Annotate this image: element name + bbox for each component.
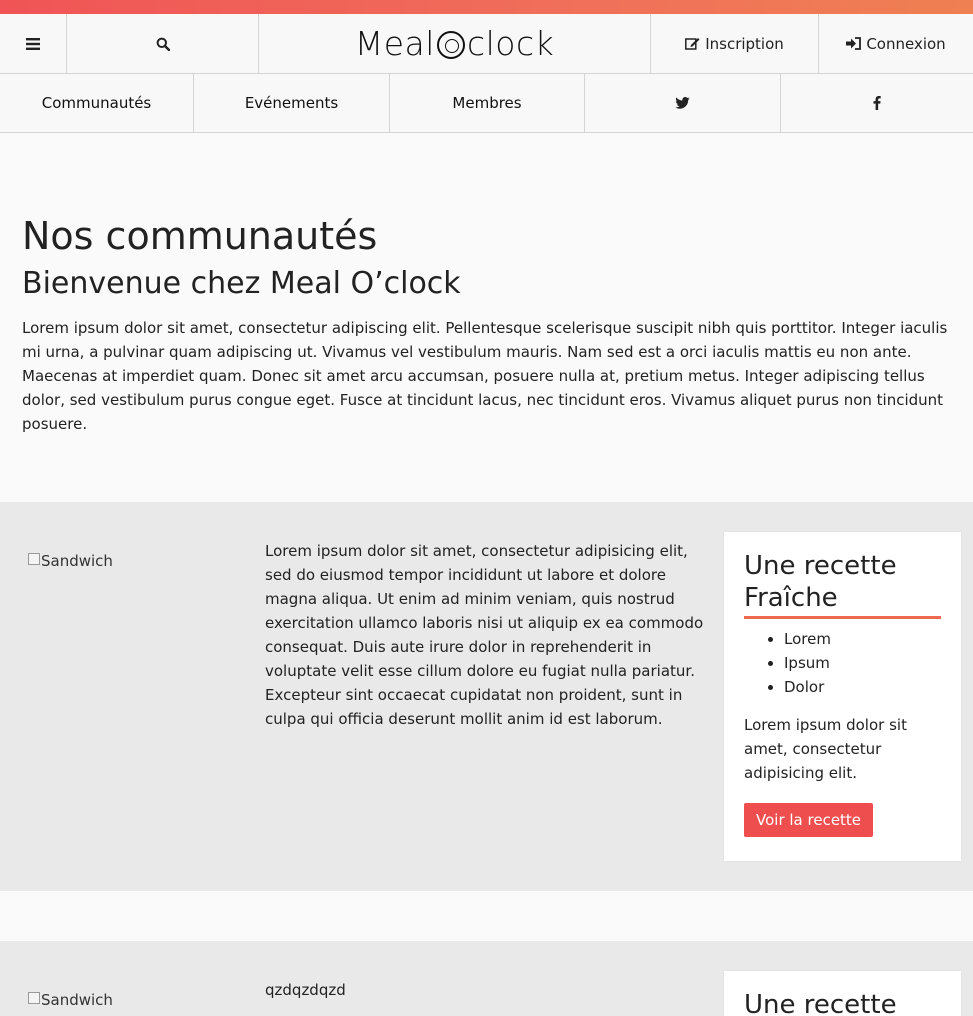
- site-logo[interactable]: Meal clock: [259, 14, 651, 73]
- recipe-card-title: Une recette: [744, 990, 897, 1016]
- login-button[interactable]: Connexion: [819, 14, 973, 73]
- broken-image-icon: [28, 992, 40, 1004]
- recipe-card-text: Lorem ipsum dolor sit amet, consectetur …: [744, 716, 907, 782]
- community-image: Sandwich: [28, 991, 113, 1009]
- image-alt-text: Sandwich: [41, 552, 113, 570]
- logo-left: Meal: [354, 24, 435, 63]
- list-item: Dolor: [784, 675, 941, 699]
- search-button[interactable]: [67, 14, 259, 73]
- logo-right: clock: [466, 24, 555, 63]
- brand-gradient-bar: [0, 0, 973, 14]
- recipe-card-title: Une recette Fraîche: [744, 550, 941, 619]
- clock-o-icon: [436, 30, 465, 59]
- signup-button[interactable]: Inscription: [651, 14, 819, 73]
- community-text: qzdqzdqzd: [265, 981, 346, 999]
- broken-image-icon: [28, 553, 40, 565]
- site-header: Meal clock Inscription Connexion: [0, 14, 973, 74]
- page-subtitle: Bienvenue chez Meal O’clock: [22, 266, 461, 301]
- community-block: Sandwich Lorem ipsum dolor sit amet, con…: [0, 502, 973, 891]
- list-item: Lorem: [784, 627, 941, 651]
- community-image: Sandwich: [28, 552, 113, 570]
- recipe-card-list: Lorem Ipsum Dolor: [784, 627, 941, 699]
- community-text: Lorem ipsum dolor sit amet, consectetur …: [265, 542, 704, 728]
- recipe-card: Une recette Fraîche Lorem Ipsum Dolor Lo…: [724, 532, 961, 861]
- nav-item-facebook[interactable]: [781, 74, 973, 132]
- nav-item-twitter[interactable]: [585, 74, 781, 132]
- search-icon: [156, 37, 170, 51]
- list-item: Ipsum: [784, 651, 941, 675]
- nav-item-evenements[interactable]: Evénements: [194, 74, 390, 132]
- view-recipe-button[interactable]: Voir la recette: [744, 803, 874, 837]
- main-nav: Communautés Evénements Membres: [0, 74, 973, 133]
- bars-icon: [26, 37, 40, 50]
- image-alt-text: Sandwich: [41, 991, 113, 1009]
- twitter-icon: [675, 97, 690, 109]
- community-block: Sandwich qzdqzdqzd Une recette: [0, 941, 973, 1016]
- edit-icon: [685, 38, 700, 50]
- menu-button[interactable]: [0, 14, 67, 73]
- nav-item-membres[interactable]: Membres: [390, 74, 585, 132]
- login-label: Connexion: [866, 34, 946, 53]
- facebook-icon: [873, 96, 881, 110]
- recipe-card: Une recette: [724, 971, 961, 1016]
- nav-item-communautes[interactable]: Communautés: [0, 74, 194, 132]
- page-title: Nos communautés: [22, 214, 378, 258]
- intro-text: Lorem ipsum dolor sit amet, consectetur …: [22, 319, 948, 433]
- signup-label: Inscription: [705, 34, 784, 53]
- sign-in-icon: [846, 37, 862, 50]
- nav-item-label: Communautés: [41, 94, 152, 112]
- logo-text: Meal clock: [355, 24, 554, 63]
- nav-item-label: Evénements: [244, 94, 339, 112]
- nav-item-label: Membres: [452, 94, 522, 112]
- intro-section: Nos communautés Bienvenue chez Meal O’cl…: [22, 214, 952, 436]
